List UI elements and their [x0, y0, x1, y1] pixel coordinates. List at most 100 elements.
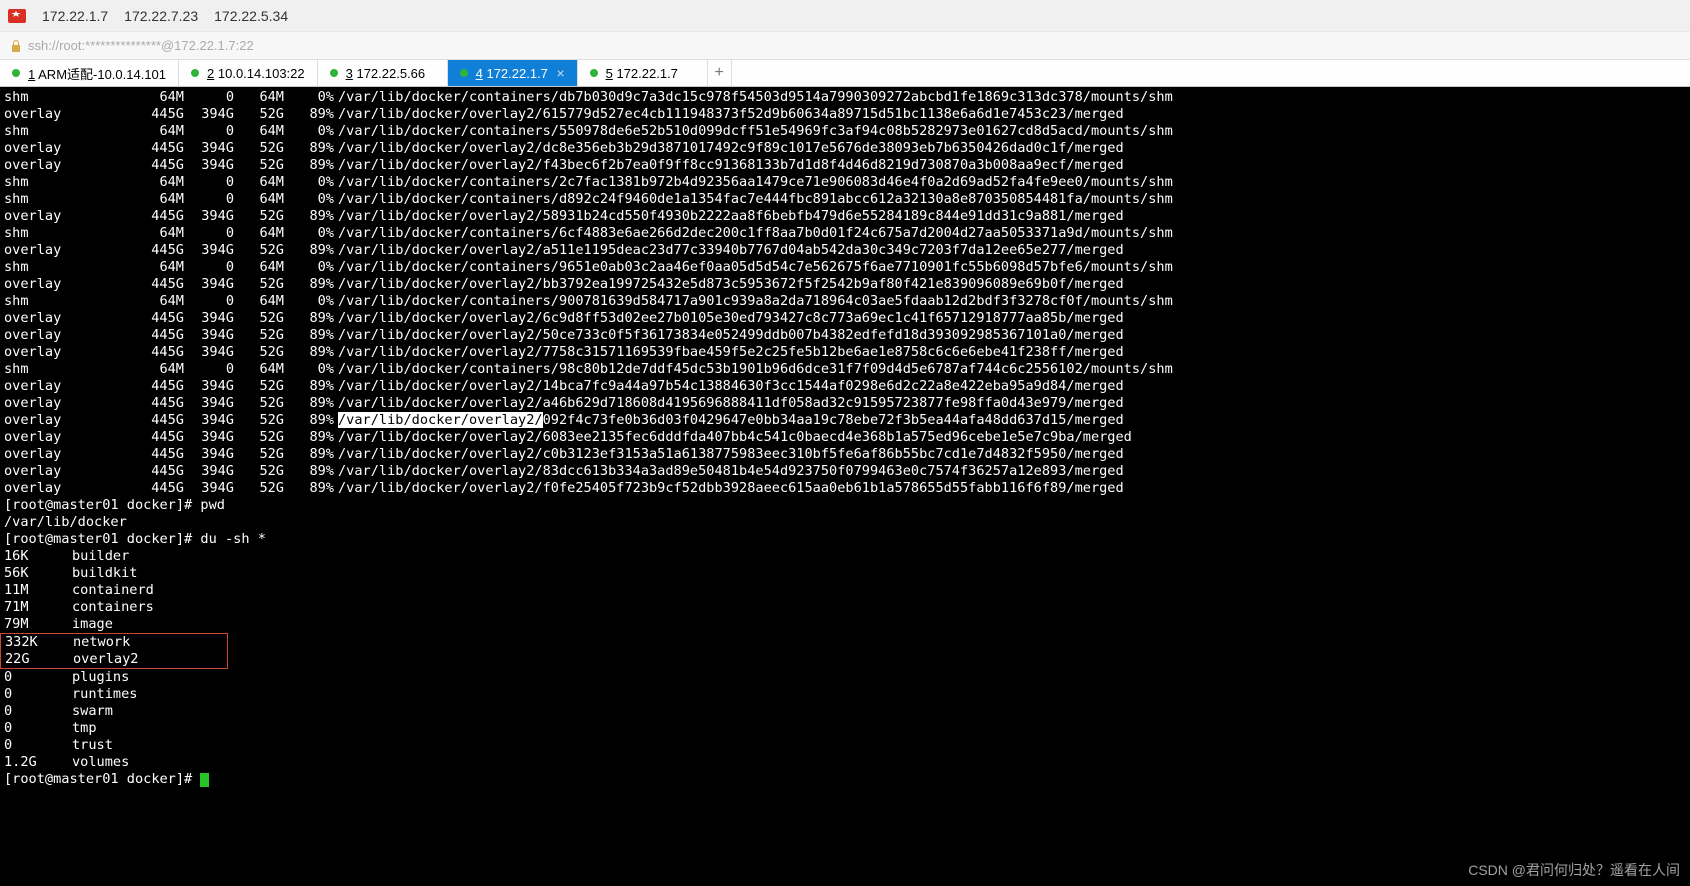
- terminal[interactable]: shm64M064M0%/var/lib/docker/containers/d…: [0, 87, 1690, 886]
- df-mount: /var/lib/docker/overlay2/dc8e356eb3b29d3…: [334, 140, 1124, 157]
- status-dot-icon: [12, 69, 20, 77]
- df-row: shm64M064M0%/var/lib/docker/containers/9…: [4, 259, 1686, 276]
- df-pct: 0%: [284, 123, 334, 140]
- df-size: 445G: [66, 157, 184, 174]
- cursor-icon: [200, 773, 209, 787]
- df-mount: /var/lib/docker/overlay2/615779d527ec4cb…: [334, 106, 1124, 123]
- du-size: 22G: [5, 651, 73, 668]
- titlebar-ip-0: 172.22.1.7: [42, 8, 108, 24]
- df-avail: 52G: [234, 310, 284, 327]
- df-size: 445G: [66, 463, 184, 480]
- du-size: 16K: [4, 548, 72, 565]
- pwd-output: /var/lib/docker: [4, 514, 127, 530]
- df-used: 394G: [184, 242, 234, 259]
- df-pct: 89%: [284, 106, 334, 123]
- df-row: overlay445G394G52G89%/var/lib/docker/ove…: [4, 208, 1686, 225]
- df-fs: overlay: [4, 480, 66, 497]
- df-used: 0: [184, 174, 234, 191]
- df-avail: 64M: [234, 361, 284, 378]
- df-avail: 52G: [234, 395, 284, 412]
- df-row: overlay445G394G52G89%/var/lib/docker/ove…: [4, 276, 1686, 293]
- du-size: 11M: [4, 582, 72, 599]
- df-size: 64M: [66, 293, 184, 310]
- df-fs: overlay: [4, 242, 66, 259]
- df-pct: 89%: [284, 378, 334, 395]
- df-pct: 89%: [284, 310, 334, 327]
- df-fs: shm: [4, 293, 66, 310]
- close-icon[interactable]: ×: [556, 65, 564, 81]
- tab-label: 2 10.0.14.103:22: [207, 66, 305, 81]
- du-row: 71Mcontainers: [4, 599, 1686, 616]
- df-used: 394G: [184, 395, 234, 412]
- du-name: overlay2: [73, 651, 138, 668]
- status-dot-icon: [191, 69, 199, 77]
- df-pct: 89%: [284, 327, 334, 344]
- df-avail: 64M: [234, 89, 284, 106]
- du-size: 332K: [5, 634, 73, 651]
- df-used: 394G: [184, 463, 234, 480]
- add-tab-button[interactable]: +: [708, 60, 732, 86]
- du-row: 1.2Gvolumes: [4, 754, 1686, 771]
- df-fs: overlay: [4, 344, 66, 361]
- du-row: 0runtimes: [4, 686, 1686, 703]
- df-size: 64M: [66, 174, 184, 191]
- status-dot-icon: [460, 69, 468, 77]
- df-fs: overlay: [4, 140, 66, 157]
- du-size: 0: [4, 686, 72, 703]
- du-row: 332Knetwork: [4, 633, 1686, 651]
- df-mount: /var/lib/docker/containers/2c7fac1381b97…: [334, 174, 1173, 191]
- du-row: 0trust: [4, 737, 1686, 754]
- tab-0[interactable]: 1 ARM适配-10.0.14.101: [0, 60, 179, 86]
- df-row: overlay445G394G52G89%/var/lib/docker/ove…: [4, 446, 1686, 463]
- df-row: overlay445G394G52G89%/var/lib/docker/ove…: [4, 242, 1686, 259]
- df-fs: shm: [4, 191, 66, 208]
- df-size: 445G: [66, 344, 184, 361]
- df-row: overlay445G394G52G89%/var/lib/docker/ove…: [4, 378, 1686, 395]
- df-used: 394G: [184, 480, 234, 497]
- df-mount: /var/lib/docker/overlay2/f0fe25405f723b9…: [334, 480, 1124, 497]
- du-row: 22Goverlay2: [4, 651, 1686, 669]
- df-used: 394G: [184, 310, 234, 327]
- du-name: volumes: [72, 754, 129, 771]
- df-row: shm64M064M0%/var/lib/docker/containers/d…: [4, 89, 1686, 106]
- prompt-line[interactable]: [root@master01 docker]#: [4, 771, 1686, 788]
- du-name: runtimes: [72, 686, 137, 703]
- df-fs: overlay: [4, 327, 66, 344]
- prompt-line: [root@master01 docker]# pwd: [4, 497, 1686, 514]
- tab-4[interactable]: 5 172.22.1.7: [578, 60, 708, 86]
- df-avail: 52G: [234, 208, 284, 225]
- du-name: trust: [72, 737, 113, 754]
- command: pwd: [200, 497, 225, 513]
- df-fs: overlay: [4, 463, 66, 480]
- tab-3[interactable]: 4 172.22.1.7 ×: [448, 60, 578, 86]
- du-size: 0: [4, 703, 72, 720]
- tab-2[interactable]: 3 172.22.5.66: [318, 60, 448, 86]
- df-mount: /var/lib/docker/containers/550978de6e52b…: [334, 123, 1173, 140]
- df-row: overlay445G394G52G89%/var/lib/docker/ove…: [4, 106, 1686, 123]
- du-name: network: [73, 634, 130, 651]
- df-size: 445G: [66, 327, 184, 344]
- df-used: 394G: [184, 157, 234, 174]
- df-pct: 89%: [284, 412, 334, 429]
- du-size: 79M: [4, 616, 72, 633]
- df-avail: 52G: [234, 480, 284, 497]
- df-row: overlay445G394G52G89%/var/lib/docker/ove…: [4, 412, 1686, 429]
- df-row: overlay445G394G52G89%/var/lib/docker/ove…: [4, 463, 1686, 480]
- tab-label: 4 172.22.1.7: [476, 66, 549, 81]
- df-mount: /var/lib/docker/containers/db7b030d9c7a3…: [334, 89, 1173, 106]
- df-mount: /var/lib/docker/overlay2/58931b24cd550f4…: [334, 208, 1124, 225]
- df-pct: 89%: [284, 463, 334, 480]
- du-row: 0plugins: [4, 669, 1686, 686]
- du-name: builder: [72, 548, 129, 565]
- df-pct: 0%: [284, 174, 334, 191]
- titlebar: 172.22.1.7 172.22.7.23 172.22.5.34: [0, 0, 1690, 31]
- df-avail: 52G: [234, 378, 284, 395]
- du-name: tmp: [72, 720, 97, 737]
- df-pct: 89%: [284, 480, 334, 497]
- df-avail: 52G: [234, 327, 284, 344]
- tab-1[interactable]: 2 10.0.14.103:22: [179, 60, 318, 86]
- df-avail: 52G: [234, 446, 284, 463]
- du-name: buildkit: [72, 565, 137, 582]
- highlighted-du-row: 22Goverlay2: [0, 651, 228, 669]
- df-row: overlay445G394G52G89%/var/lib/docker/ove…: [4, 140, 1686, 157]
